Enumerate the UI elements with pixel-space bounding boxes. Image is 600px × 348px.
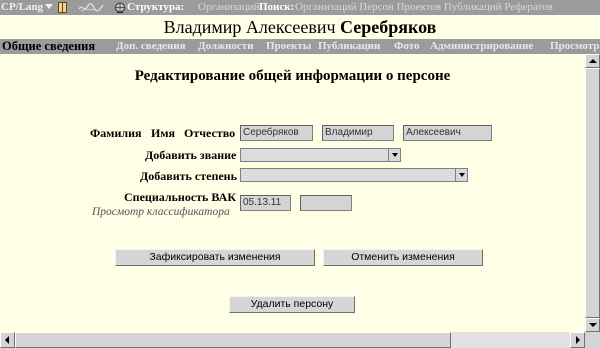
- person-name-title: Владимир Алексеевич Серебряков: [0, 15, 600, 39]
- book-icon[interactable]: [58, 2, 67, 13]
- structure-label: Структура:: [127, 1, 185, 13]
- scroll-down-arrow-icon[interactable]: [585, 318, 600, 332]
- tab-general-info[interactable]: Общие сведения: [2, 39, 95, 54]
- horizontal-scroll-thumb[interactable]: [15, 332, 451, 348]
- vertical-scroll-thumb[interactable]: [585, 68, 600, 318]
- search-links[interactable]: Организаций Персон Проектов Публикаций Р…: [295, 0, 553, 15]
- vak-extra-field[interactable]: [300, 195, 352, 211]
- chevron-down-icon[interactable]: [388, 149, 400, 161]
- dropdown-arrow-icon: [45, 4, 54, 9]
- delete-person-button[interactable]: Удалить персону: [229, 296, 355, 313]
- degree-select[interactable]: [240, 168, 468, 182]
- globe-icon[interactable]: [114, 2, 126, 13]
- scroll-up-arrow-icon[interactable]: [585, 54, 600, 68]
- tab-publications[interactable]: Публикации: [318, 39, 380, 54]
- scrollbar-corner: [585, 332, 600, 348]
- top-navigation-bar: CP/Lang Структура: Организаций Поиск: Ор…: [0, 0, 600, 15]
- horizontal-scrollbar[interactable]: [0, 332, 585, 348]
- add-rank-label: Добавить звание: [145, 148, 237, 162]
- commit-changes-button[interactable]: Зафиксировать изменения: [115, 249, 315, 266]
- lastname-field[interactable]: Серебряков: [240, 125, 313, 141]
- person-last-name: Серебряков: [340, 17, 437, 37]
- add-degree-label: Добавить степень: [140, 169, 237, 183]
- language-label: CP/Lang: [1, 1, 44, 13]
- vertical-scrollbar[interactable]: [585, 54, 600, 332]
- cancel-changes-button[interactable]: Отменить изменения: [323, 249, 483, 266]
- vak-code-field[interactable]: 05.13.11: [240, 195, 291, 211]
- chevron-down-icon[interactable]: [455, 169, 467, 181]
- vak-specialty-label: Специальность ВАК: [124, 190, 237, 204]
- tab-administration[interactable]: Администрирование: [430, 39, 533, 54]
- section-tabs: Общие сведения Доп. сведения Должности П…: [0, 39, 600, 54]
- tab-view[interactable]: Просмотр: [550, 39, 599, 54]
- structure-organizations-link[interactable]: Организаций: [198, 0, 260, 15]
- signature-logo-icon[interactable]: [78, 2, 104, 13]
- language-selector[interactable]: CP/Lang: [1, 0, 54, 15]
- tab-photo[interactable]: Фото: [394, 39, 420, 54]
- firstname-field[interactable]: Владимир: [322, 125, 394, 141]
- page-heading: Редактирование общей информации о персон…: [134, 68, 451, 84]
- tab-additional-info[interactable]: Доп. сведения: [116, 39, 186, 54]
- tab-projects[interactable]: Проекты: [266, 39, 311, 54]
- view-classifier-link[interactable]: Просмотр классификатора: [92, 205, 230, 219]
- middlename-field[interactable]: Алексеевич: [403, 125, 492, 141]
- scroll-left-arrow-icon[interactable]: [0, 332, 15, 348]
- rank-select[interactable]: [240, 148, 401, 162]
- firstname-label: Имя: [151, 126, 175, 140]
- middlename-label: Отчество: [184, 126, 236, 140]
- person-first-middle-name: Владимир Алексеевич: [163, 17, 336, 37]
- lastname-label: Фамилия: [90, 126, 142, 140]
- scroll-right-arrow-icon[interactable]: [570, 332, 585, 348]
- tab-positions[interactable]: Должности: [198, 39, 254, 54]
- search-label: Поиск:: [259, 1, 295, 13]
